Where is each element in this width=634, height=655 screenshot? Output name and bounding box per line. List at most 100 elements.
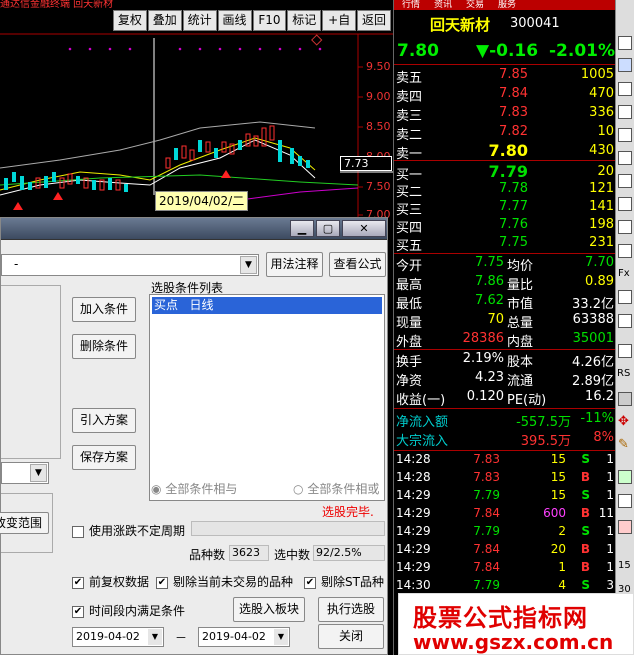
chevron-down-icon[interactable]: ▼ bbox=[30, 464, 47, 482]
buy-price: 7.75 bbox=[499, 235, 528, 250]
sell-volume: 1005 bbox=[580, 67, 614, 82]
period-option[interactable]: ✔ 时间段内满足条件 bbox=[72, 602, 185, 619]
rs-label[interactable]: RS bbox=[617, 368, 630, 379]
view-formula-button[interactable]: 查看公式 bbox=[329, 252, 386, 277]
grid-icon[interactable] bbox=[618, 36, 632, 50]
stat-row: 最高 7.86 量比 0.89 bbox=[394, 274, 616, 293]
stat-value: 2.89亿 bbox=[572, 374, 614, 389]
netflow-pct: -11% bbox=[580, 411, 614, 426]
netflow-row: 净流入额 -557.5万 -11% bbox=[394, 411, 616, 430]
price-change: ▼-0.16 bbox=[476, 41, 539, 61]
checkbox-checked-icon[interactable]: ✔ bbox=[72, 605, 84, 618]
num-15-label[interactable]: 15 bbox=[618, 560, 631, 571]
doc-icon[interactable] bbox=[618, 197, 632, 211]
stat-row: 净资 4.23 流通 2.89亿 bbox=[394, 370, 616, 389]
list-icon[interactable] bbox=[618, 58, 632, 72]
minimize-icon[interactable]: ▁ bbox=[290, 220, 314, 237]
bar-icon[interactable] bbox=[618, 174, 632, 188]
fx-label[interactable]: Fx bbox=[618, 268, 630, 279]
tab-news[interactable]: 资讯 bbox=[434, 0, 452, 10]
candle-icon[interactable] bbox=[618, 151, 632, 165]
save-plan-button[interactable]: 保存方案 bbox=[72, 445, 136, 470]
watermark: 股票公式指标网 www.gszx.com.cn bbox=[398, 593, 634, 655]
tab-trade[interactable]: 交易 bbox=[466, 0, 484, 10]
period-option-label: 时间段内满足条件 bbox=[89, 604, 186, 618]
trend-icon[interactable] bbox=[618, 128, 632, 142]
close-icon[interactable]: ✕ bbox=[342, 220, 386, 237]
chart-icon[interactable] bbox=[618, 344, 632, 358]
delete-condition-button[interactable]: 删除条件 bbox=[72, 334, 136, 359]
chevron-down-icon[interactable]: ▼ bbox=[240, 256, 257, 274]
stat-label: 换手 bbox=[396, 355, 423, 370]
chart-icon[interactable] bbox=[618, 105, 632, 119]
grid-icon[interactable] bbox=[618, 244, 632, 258]
tick-count: 1 bbox=[606, 542, 614, 556]
period-select[interactable]: ▼ bbox=[1, 462, 49, 484]
tick-side: S bbox=[581, 524, 590, 538]
netflow-label: 净流入额 bbox=[396, 415, 449, 430]
chevron-down-icon[interactable]: ▼ bbox=[274, 629, 288, 645]
pen-icon[interactable]: ✎ bbox=[618, 437, 632, 452]
block-value: 395.5万 bbox=[520, 434, 571, 449]
run-screen-button[interactable]: 执行选股 bbox=[318, 597, 384, 622]
date-to-field[interactable]: 2019-04-02 ▼ bbox=[198, 627, 290, 647]
add-condition-button[interactable]: 加入条件 bbox=[72, 297, 136, 322]
tick-row: 14:29 7.84 1 B 1 bbox=[394, 560, 616, 578]
stat-value: 4.26亿 bbox=[572, 355, 614, 370]
date-from-field[interactable]: 2019-04-02 ▼ bbox=[72, 627, 164, 647]
move-icon[interactable]: ✥ bbox=[618, 414, 632, 429]
exclude-st-label: 剔除ST品种 bbox=[321, 575, 384, 589]
sell-price: 7.85 bbox=[499, 67, 528, 82]
import-plan-button[interactable]: 引入方案 bbox=[72, 408, 136, 433]
table-icon[interactable] bbox=[618, 82, 632, 96]
image-icon[interactable] bbox=[618, 290, 632, 304]
sell-price: 7.82 bbox=[499, 124, 528, 139]
y-tick-label: 9.50 bbox=[366, 60, 391, 73]
table-icon[interactable] bbox=[618, 470, 632, 484]
exclude-halt-option[interactable]: ✔ 剔除当前未交易的品种 bbox=[156, 573, 293, 590]
chevron-down-icon[interactable]: ▼ bbox=[148, 629, 162, 645]
formula-select[interactable]: - ▼ bbox=[1, 254, 259, 276]
checkbox-checked-icon[interactable]: ✔ bbox=[304, 576, 316, 589]
buy-price: 7.77 bbox=[499, 199, 528, 214]
tick-list[interactable]: 14:28 7.83 15 S 1 14:28 7.83 15 B 1 14:29 7.79 15 S 1 1… bbox=[394, 452, 616, 597]
buy-row: 买三 7.77 141 bbox=[394, 199, 616, 218]
tab-service[interactable]: 服务 bbox=[498, 0, 516, 10]
condition-list[interactable]: 买点 日线 bbox=[149, 294, 385, 501]
list-item[interactable]: 买点 日线 bbox=[152, 297, 382, 314]
checkbox-icon[interactable] bbox=[72, 525, 84, 538]
period-input[interactable] bbox=[191, 521, 385, 536]
stat-value: 4.23 bbox=[475, 370, 504, 385]
usage-notes-button[interactable]: 用法注释 bbox=[266, 252, 323, 277]
change-range-button[interactable]: 改变范围 bbox=[0, 512, 49, 534]
uncertain-period-option[interactable]: 使用涨跌不定周期 bbox=[72, 522, 185, 539]
kline-chart[interactable]: 通达信金融终端 回天新材 复权 叠加 统计 画线 F10 标记 +自选 返回 9… bbox=[0, 0, 393, 245]
exclude-st-option[interactable]: ✔ 剔除ST品种 bbox=[304, 573, 384, 590]
doc-icon[interactable] bbox=[618, 314, 632, 328]
fuquan-option[interactable]: ✔ 前复权数据 bbox=[72, 573, 149, 590]
buy-price: 7.76 bbox=[499, 217, 528, 232]
checkbox-checked-icon[interactable]: ✔ bbox=[156, 576, 168, 589]
tick-count: 1 bbox=[606, 560, 614, 574]
y-ticks bbox=[358, 66, 363, 216]
tick-count: 1 bbox=[606, 452, 614, 466]
radio-all-or[interactable]: ○ 全部条件相或 bbox=[293, 480, 389, 497]
calc-icon[interactable] bbox=[618, 220, 632, 234]
checkbox-checked-icon[interactable]: ✔ bbox=[72, 576, 84, 589]
tick-side: S bbox=[581, 488, 590, 502]
to-block-button[interactable]: 选股入板块 bbox=[233, 597, 305, 622]
maximize-icon[interactable]: ▢ bbox=[316, 220, 340, 237]
radio-all-and[interactable]: ◉ 全部条件相与 bbox=[151, 480, 237, 497]
tick-time: 14:30 bbox=[396, 578, 431, 592]
settings-icon[interactable] bbox=[618, 392, 632, 406]
stat-label: 收益(一) bbox=[396, 393, 446, 408]
date-to-value: 2019-04-02 bbox=[202, 630, 266, 643]
flag-icon[interactable] bbox=[618, 520, 632, 534]
close-button[interactable]: 关闭 bbox=[318, 624, 384, 649]
grid-icon[interactable] bbox=[618, 494, 632, 508]
stat-value: 33.2亿 bbox=[572, 297, 614, 312]
tick-count: 1 bbox=[606, 470, 614, 484]
left-panel-box bbox=[1, 285, 61, 459]
tick-volume: 2 bbox=[558, 524, 566, 538]
tab-market[interactable]: 行情 bbox=[402, 0, 420, 10]
